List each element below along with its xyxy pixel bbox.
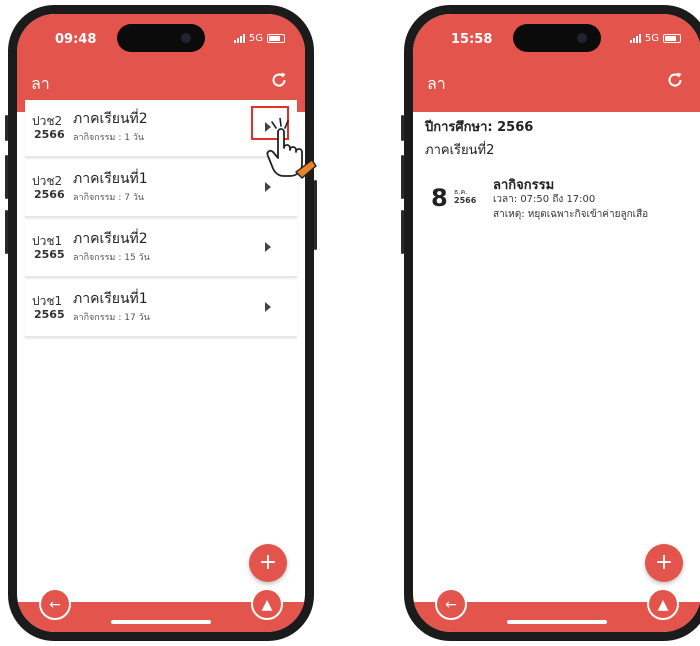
pointer-hand-icon xyxy=(266,118,317,179)
status-time: 09:48 xyxy=(55,32,97,47)
refresh-icon[interactable] xyxy=(269,70,289,90)
side-button xyxy=(401,115,404,141)
home-indicator[interactable] xyxy=(111,620,211,624)
add-leave-button[interactable]: + xyxy=(249,544,287,582)
leave-list: ปวช2 2566 ภาคเรียนที่2 ลากิจกรรม: 1 วัน … xyxy=(25,100,297,340)
app-header: 09:48 5G ลา xyxy=(17,14,305,112)
term-label: ภาคเรียนที่2 xyxy=(73,231,148,247)
list-item[interactable]: ปวช1 2565 ภาคเรียนที่1 ลากิจกรรม: 17 วัน xyxy=(25,280,297,338)
screen: 15:58 5G ลา ปีการศึกษา: 2566 ภาคเรียนที่… xyxy=(413,14,700,632)
term-label: ภาคเรียนที่1 xyxy=(73,291,148,307)
leave-summary: ลากิจกรรม: 7 วัน xyxy=(73,190,147,204)
leave-days: : 15 วัน xyxy=(118,253,150,263)
back-button[interactable]: ← xyxy=(435,588,467,620)
term-label: ภาคเรียนที่1 xyxy=(73,171,148,187)
battery-icon xyxy=(267,34,285,43)
leave-type: ลากิจกรรม xyxy=(73,313,116,323)
scroll-up-button[interactable]: ▲ xyxy=(647,588,679,620)
leave-days: : 7 วัน xyxy=(118,193,145,203)
scroll-up-button[interactable]: ▲ xyxy=(251,588,283,620)
entry-reason: สาเหตุ: หยุดเฉพาะกิจเข้าค่ายลูกเสือ xyxy=(493,209,649,220)
leave-summary: ลากิจกรรม: 17 วัน xyxy=(73,310,153,324)
leave-type: ลากิจกรรม xyxy=(73,133,116,143)
entry-day: 8 xyxy=(431,184,448,212)
chevron-right-icon[interactable] xyxy=(265,242,271,252)
entry-year: 2566 xyxy=(454,196,477,205)
class-year: 2565 xyxy=(34,248,65,261)
dynamic-island xyxy=(513,24,601,52)
phone-right: 15:58 5G ลา ปีการศึกษา: 2566 ภาคเรียนที่… xyxy=(401,5,700,641)
list-item[interactable]: ปวช2 2566 ภาคเรียนที่2 ลากิจกรรม: 1 วัน xyxy=(25,100,297,158)
side-button xyxy=(5,115,8,141)
class-year: 2566 xyxy=(34,128,65,141)
leave-entry[interactable]: 8 ธ.ค. 2566 ลากิจกรรม เวลา: 07:50 ถึง 17… xyxy=(425,174,691,224)
battery-icon xyxy=(663,34,681,43)
page-title: ลา xyxy=(31,74,50,93)
signal-icon xyxy=(629,34,641,43)
chevron-right-icon[interactable] xyxy=(265,182,271,192)
phone-left: 09:48 5G ลา ปวช2 2566 ภาคเรียนที่2 ลากิจ… xyxy=(5,5,317,641)
side-button xyxy=(5,155,8,199)
leave-summary: ลากิจกรรม: 15 วัน xyxy=(73,250,153,264)
leave-type: ลากิจกรรม xyxy=(73,193,116,203)
academic-year: ปีการศึกษา: 2566 xyxy=(425,120,534,135)
status-time: 15:58 xyxy=(451,32,493,47)
back-button[interactable]: ← xyxy=(39,588,71,620)
list-item[interactable]: ปวช2 2566 ภาคเรียนที่1 ลากิจกรรม: 7 วัน xyxy=(25,160,297,218)
side-button xyxy=(314,180,317,250)
status-indicators: 5G xyxy=(629,33,681,44)
chevron-right-icon[interactable] xyxy=(265,302,271,312)
page-title: ลา xyxy=(427,74,446,93)
leave-detail: ปีการศึกษา: 2566 ภาคเรียนที่2 8 ธ.ค. 256… xyxy=(425,116,691,224)
camera-icon xyxy=(181,33,191,43)
side-button xyxy=(401,210,404,254)
class-year: 2565 xyxy=(34,308,65,321)
network-label: 5G xyxy=(248,33,263,44)
signal-icon xyxy=(233,34,245,43)
app-header: 15:58 5G ลา xyxy=(413,14,700,112)
refresh-icon[interactable] xyxy=(665,70,685,90)
leave-summary: ลากิจกรรม: 1 วัน xyxy=(73,130,147,144)
dynamic-island xyxy=(117,24,205,52)
class-year: 2566 xyxy=(34,188,65,201)
network-label: 5G xyxy=(644,33,659,44)
camera-icon xyxy=(577,33,587,43)
leave-days: : 1 วัน xyxy=(118,133,145,143)
leave-days: : 17 วัน xyxy=(118,313,150,323)
leave-type: ลากิจกรรม xyxy=(73,253,116,263)
side-button xyxy=(401,155,404,199)
list-item[interactable]: ปวช1 2565 ภาคเรียนที่2 ลากิจกรรม: 15 วัน xyxy=(25,220,297,278)
term-label: ภาคเรียนที่2 xyxy=(73,111,148,127)
screen: 09:48 5G ลา ปวช2 2566 ภาคเรียนที่2 ลากิจ… xyxy=(17,14,305,632)
status-indicators: 5G xyxy=(233,33,285,44)
term-label: ภาคเรียนที่2 xyxy=(425,143,495,158)
side-button xyxy=(5,210,8,254)
entry-time: เวลา: 07:50 ถึง 17:00 xyxy=(493,194,596,205)
add-leave-button[interactable]: + xyxy=(645,544,683,582)
home-indicator[interactable] xyxy=(507,620,607,624)
